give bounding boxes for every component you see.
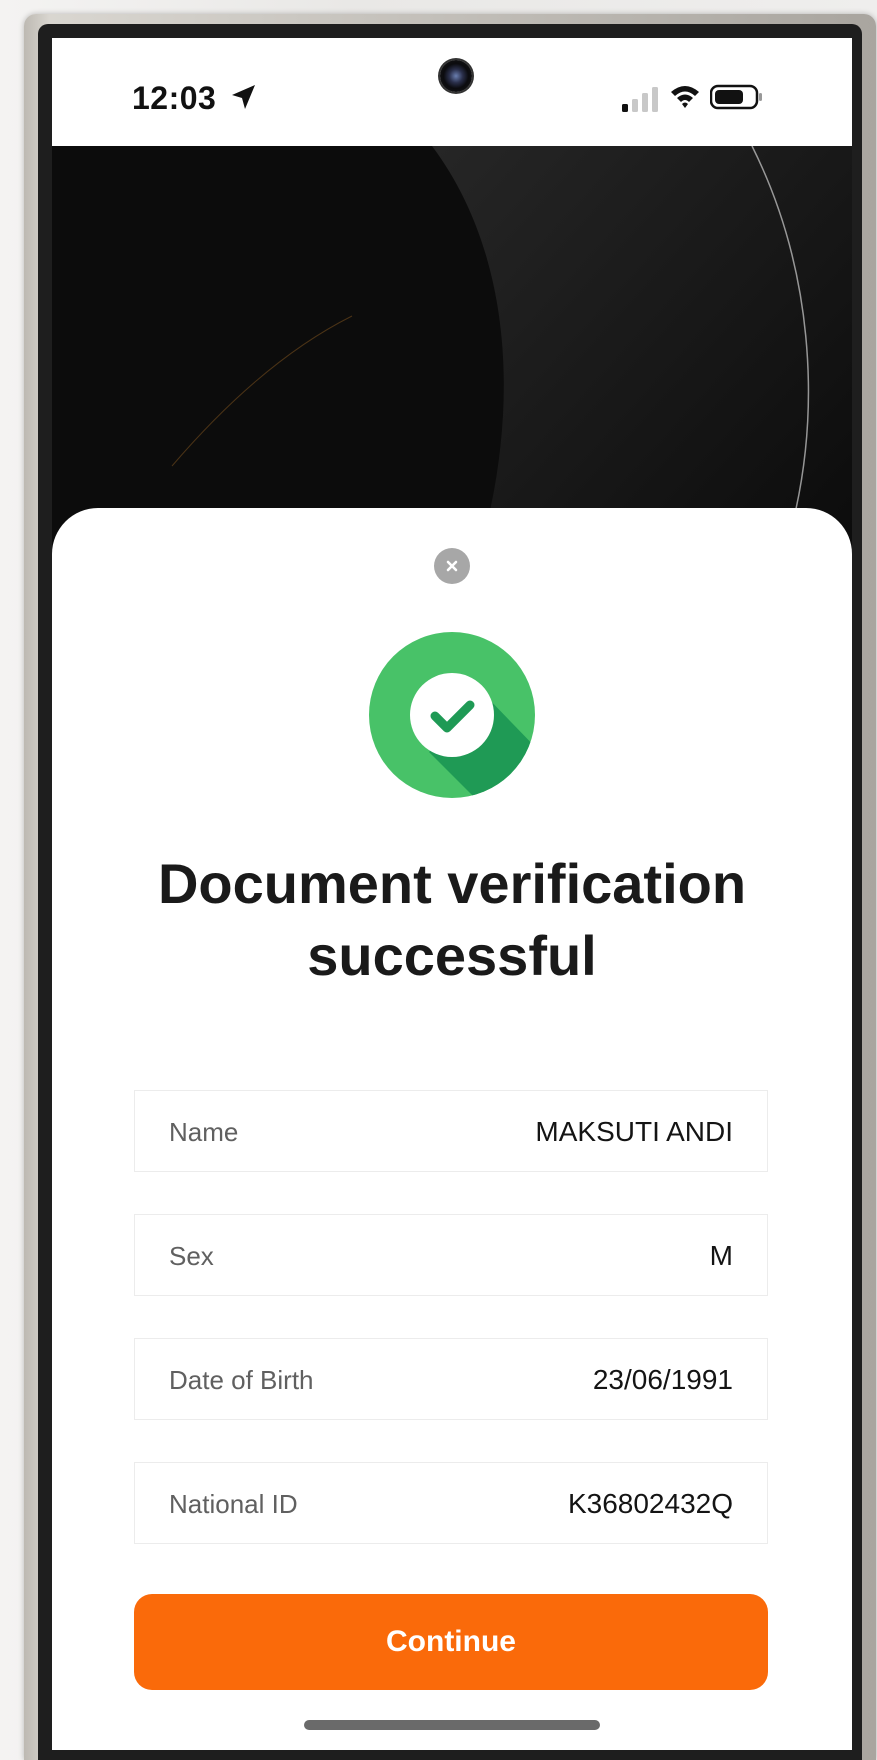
close-button[interactable] [434, 548, 470, 584]
info-label: Name [169, 1117, 239, 1147]
info-label: Sex [169, 1241, 214, 1271]
info-label: National ID [169, 1489, 298, 1519]
status-bar: 12:03 [52, 38, 852, 146]
info-value: 23/06/1991 [592, 1364, 733, 1395]
close-icon [446, 560, 458, 572]
info-row-national-id: National ID K36802432Q [134, 1462, 768, 1544]
wifi-icon [671, 86, 699, 108]
verification-result-sheet: Document verification successful Name MA… [52, 508, 852, 1750]
info-value: K36802432Q [567, 1488, 733, 1519]
info-row-name: Name MAKSUTI ANDI [134, 1090, 768, 1172]
info-row-date-of-birth: Date of Birth 23/06/1991 [134, 1338, 768, 1420]
info-value: M [709, 1240, 733, 1271]
info-row-sex: Sex M [134, 1214, 768, 1296]
front-camera-icon [440, 60, 472, 92]
location-arrow-icon [232, 85, 255, 109]
page-title: Document verification successful [157, 852, 747, 987]
info-label: Date of Birth [169, 1365, 314, 1395]
continue-button[interactable]: Continue [134, 1594, 768, 1690]
home-indicator[interactable] [304, 1720, 600, 1730]
cellular-signal-icon [622, 87, 658, 112]
battery-icon [710, 84, 762, 110]
status-time: 12:03 [132, 80, 217, 116]
phone-screen: 12:03 Document verification successful N… [52, 38, 852, 1750]
check-circle-icon [369, 632, 535, 798]
info-value: MAKSUTI ANDI [535, 1116, 733, 1147]
